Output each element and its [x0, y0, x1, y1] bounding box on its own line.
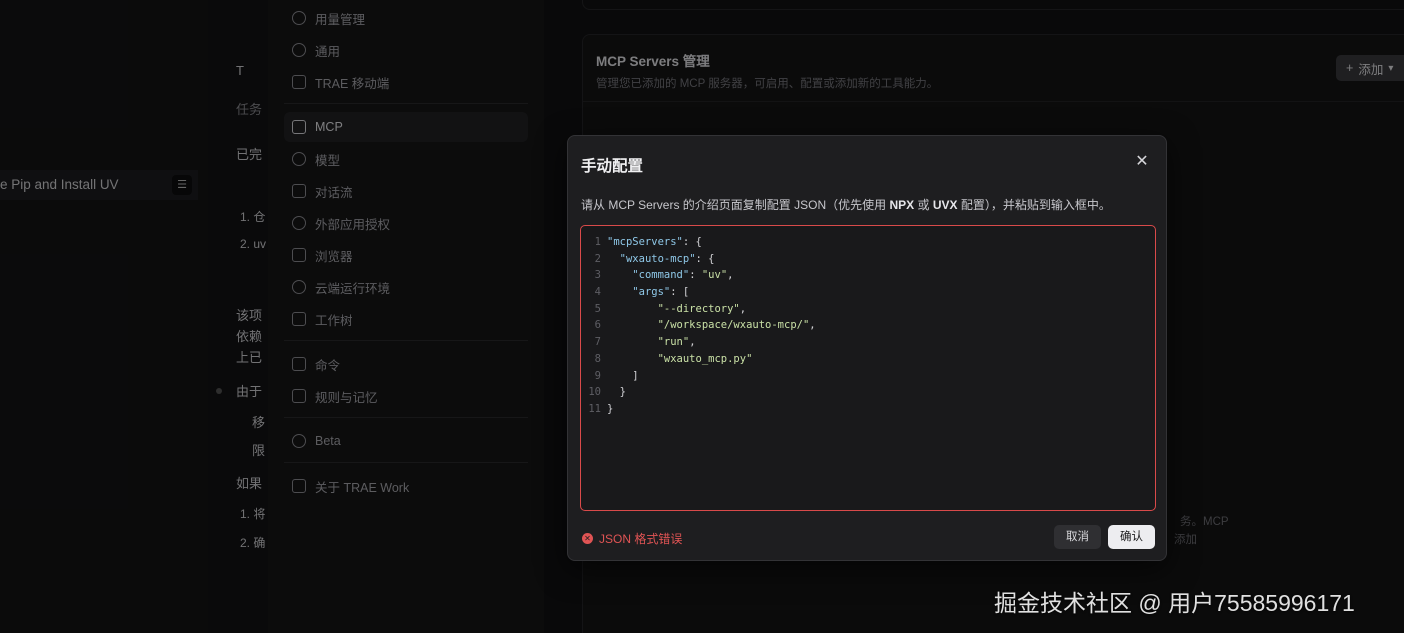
- code-line: 1 "mcpServers": {: [581, 234, 1155, 251]
- code-line: 8 "wxauto_mcp.py": [581, 351, 1155, 368]
- line-number: 7: [594, 336, 601, 349]
- watermark: 掘金技术社区 @ 用户75585996171: [994, 590, 1355, 616]
- line-number: 5: [594, 302, 601, 315]
- code-line: 5 "--directory",: [581, 301, 1155, 318]
- line-number: 4: [594, 286, 601, 299]
- error-text: JSON 格式错误: [599, 532, 683, 546]
- line-number: 1: [594, 236, 601, 248]
- code-text: "--directory",: [657, 302, 747, 315]
- line-number: 2: [594, 252, 601, 265]
- code-text: }: [607, 386, 626, 399]
- code-line: 9 ]: [581, 368, 1155, 385]
- json-error-message: ✕ JSON 格式错误: [582, 530, 682, 547]
- code-text: "/workspace/wxauto-mcp/",: [657, 319, 816, 332]
- code-line: 3 "command": "uv",: [581, 267, 1155, 284]
- code-text: "command": "uv",: [632, 269, 734, 282]
- code-text: "wxauto-mcp": {: [619, 252, 715, 265]
- code-line: 6 "/workspace/wxauto-mcp/",: [581, 317, 1155, 334]
- line-number: 11: [588, 402, 601, 415]
- error-icon: ✕: [582, 533, 593, 544]
- code-line: 2 "wxauto-mcp": {: [581, 251, 1155, 268]
- code-line: 7 "run",: [581, 334, 1155, 351]
- code-text: "mcpServers": {: [607, 236, 702, 248]
- close-icon[interactable]: ✕: [1134, 154, 1150, 170]
- confirm-button[interactable]: 确认: [1108, 525, 1155, 549]
- dialog-description: 请从 MCP Servers 的介绍页面复制配置 JSON（优先使用 NPX 或…: [581, 198, 1111, 212]
- line-number: 10: [588, 386, 601, 399]
- code-text: "wxauto_mcp.py": [657, 352, 753, 365]
- line-number: 6: [594, 319, 601, 332]
- code-text: "args": [: [632, 286, 690, 299]
- json-editor[interactable]: 1 "mcpServers": { 2 "wxauto-mcp": { 3 "co…: [580, 225, 1156, 511]
- code-line: 4 "args": [: [581, 284, 1155, 301]
- manual-config-dialog: 手动配置 ✕ 请从 MCP Servers 的介绍页面复制配置 JSON（优先使…: [567, 135, 1167, 561]
- code-text: }: [607, 402, 614, 415]
- line-number: 3: [594, 269, 601, 282]
- code-text: ]: [607, 369, 639, 382]
- code-text: "run",: [657, 336, 696, 349]
- cancel-button[interactable]: 取消: [1054, 525, 1101, 549]
- code-line: 11}: [581, 401, 1155, 418]
- line-number: 9: [594, 369, 601, 382]
- line-number: 8: [594, 352, 601, 365]
- code-line: 10 }: [581, 384, 1155, 401]
- dialog-title: 手动配置: [581, 158, 644, 175]
